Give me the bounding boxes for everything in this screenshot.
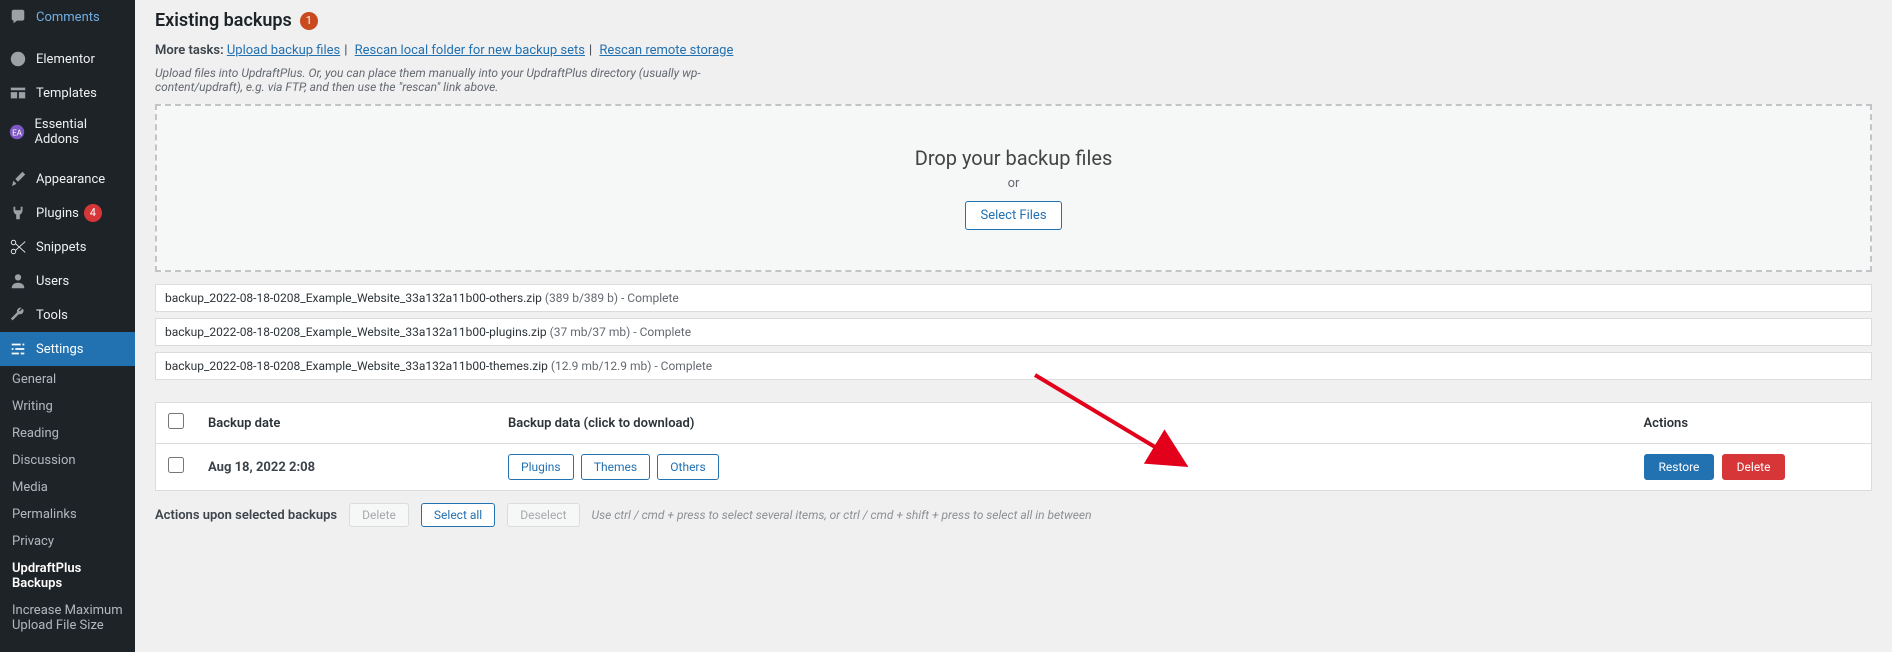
file-meta: (12.9 mb/12.9 mb) - Complete [551,359,712,373]
plugins-count-badge: 4 [84,204,102,222]
sidebar-label: Essential Addons [34,117,127,147]
more-tasks-label: More tasks: [155,43,224,58]
table-row: Aug 18, 2022 2:08 Plugins Themes Others … [156,444,1872,491]
sidebar-sub-media[interactable]: Media [0,474,135,501]
sidebar-item-settings[interactable]: Settings [0,332,135,366]
row-checkbox[interactable] [168,457,184,473]
link-rescan-local[interactable]: Rescan local folder for new backup sets [355,43,585,58]
sidebar-sub-writing[interactable]: Writing [0,393,135,420]
bulk-actions-hint: Use ctrl / cmd + press to select several… [592,508,1092,522]
sidebar-sub-updraftplus-backups[interactable]: UpdraftPlus Backups [0,555,135,597]
upload-status-bar: backup_2022-08-18-0208_Example_Website_3… [155,352,1872,380]
sidebar-sub-privacy[interactable]: Privacy [0,528,135,555]
sidebar-sub-permalinks[interactable]: Permalinks [0,501,135,528]
sidebar-item-snippets[interactable]: Snippets [0,230,135,264]
wrench-icon [8,305,28,325]
sidebar-label: Tools [36,308,68,323]
sidebar-label: Plugins [36,206,79,221]
backup-table: Backup date Backup data (click to downlo… [155,402,1872,491]
th-backup-date: Backup date [196,403,496,444]
download-others-button[interactable]: Others [657,454,718,480]
link-upload-backup[interactable]: Upload backup files [227,43,340,58]
select-all-checkbox[interactable] [168,413,184,429]
sidebar-item-plugins[interactable]: Plugins 4 [0,196,135,230]
sidebar-label: Elementor [36,52,95,67]
upload-status-bar: backup_2022-08-18-0208_Example_Website_3… [155,318,1872,346]
sidebar-sub-discussion[interactable]: Discussion [0,447,135,474]
heading-badge: 1 [300,12,318,30]
bulk-actions-label: Actions upon selected backups [155,508,337,523]
file-name: backup_2022-08-18-0208_Example_Website_3… [165,359,548,373]
scissors-icon [8,237,28,257]
brush-icon [8,169,28,189]
essential-icon: EA [8,122,26,142]
file-meta: (389 b/389 b) - Complete [545,291,679,305]
comments-icon [8,7,28,27]
link-rescan-remote[interactable]: Rescan remote storage [599,43,733,58]
file-meta: (37 mb/37 mb) - Complete [550,325,691,339]
sidebar-item-tools[interactable]: Tools [0,298,135,332]
user-icon [8,271,28,291]
sidebar-label: Templates [36,86,97,101]
sidebar-item-templates[interactable]: Templates [0,76,135,110]
sidebar-label: Comments [36,10,100,25]
bulk-actions-bar: Actions upon selected backups Delete Sel… [155,503,1872,527]
backup-date: Aug 18, 2022 2:08 [208,460,315,475]
elementor-icon [8,49,28,69]
select-all-button[interactable]: Select all [421,503,495,527]
file-name: backup_2022-08-18-0208_Example_Website_3… [165,325,547,339]
sidebar-item-essential-addons[interactable]: EA Essential Addons [0,110,135,154]
svg-text:EA: EA [12,128,23,138]
sidebar-sub-reading[interactable]: Reading [0,420,135,447]
deselect-button[interactable]: Deselect [507,503,579,527]
download-themes-button[interactable]: Themes [581,454,650,480]
sidebar-item-comments[interactable]: Comments [0,0,135,34]
dropzone-or: or [1008,176,1020,191]
sidebar-label: Settings [36,342,83,357]
page-heading: Existing backups [155,10,292,31]
sidebar-item-users[interactable]: Users [0,264,135,298]
delete-button[interactable]: Delete [1722,454,1786,480]
bulk-delete-button[interactable]: Delete [349,503,409,527]
file-name: backup_2022-08-18-0208_Example_Website_3… [165,291,542,305]
select-files-button[interactable]: Select Files [965,201,1061,230]
sidebar-label: Users [36,274,69,289]
sidebar-label: Snippets [36,240,87,255]
more-tasks-row: More tasks: Upload backup files| Rescan … [155,43,1872,58]
admin-sidebar: Comments Elementor Templates EA Essentia… [0,0,135,652]
download-plugins-button[interactable]: Plugins [508,454,574,480]
dropzone[interactable]: Drop your backup files or Select Files [155,104,1872,272]
sidebar-item-elementor[interactable]: Elementor [0,42,135,76]
main-content: Existing backups 1 More tasks: Upload ba… [135,0,1892,652]
restore-button[interactable]: Restore [1644,454,1715,480]
help-text: Upload files into UpdraftPlus. Or, you c… [155,66,745,94]
sidebar-item-appearance[interactable]: Appearance [0,162,135,196]
templates-icon [8,83,28,103]
sliders-icon [8,339,28,359]
dropzone-title: Drop your backup files [915,146,1113,170]
sidebar-sub-general[interactable]: General [0,366,135,393]
plug-icon [8,203,28,223]
th-backup-data: Backup data (click to download) [496,403,1632,444]
sidebar-label: Appearance [36,172,105,187]
upload-status-bar: backup_2022-08-18-0208_Example_Website_3… [155,284,1872,312]
th-actions: Actions [1632,403,1872,444]
sidebar-sub-increase-maximum-upload-file-size[interactable]: Increase Maximum Upload File Size [0,597,135,639]
